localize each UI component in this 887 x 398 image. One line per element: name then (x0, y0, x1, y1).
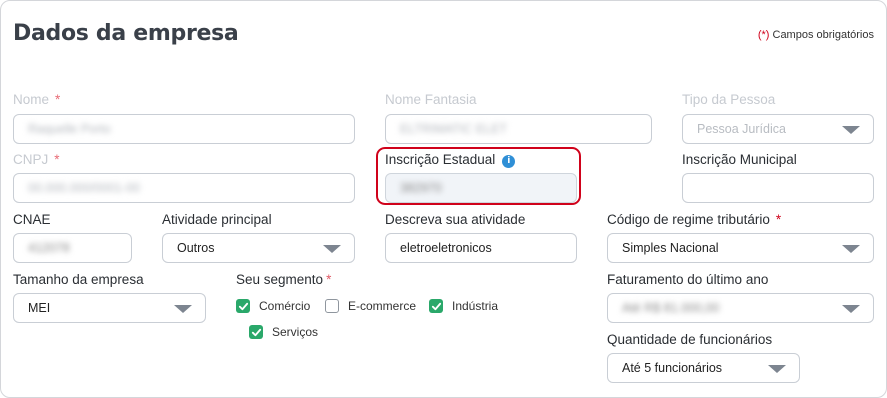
descreva-atividade-label: Descreva sua atividade (385, 212, 526, 227)
chevron-down-icon (842, 305, 860, 313)
cnpj-label-text: CNPJ (13, 152, 49, 167)
regime-tributario-select[interactable]: Simples Nacional (607, 233, 874, 263)
tipo-pessoa-select[interactable]: Pessoa Jurídica (682, 114, 874, 144)
regime-tributario-label-text: Código de regime tributário (607, 212, 770, 227)
nome-fantasia-label: Nome Fantasia (385, 92, 477, 107)
info-icon[interactable]: i (502, 155, 516, 168)
checkbox-checked[interactable] (236, 299, 250, 313)
tamanho-empresa-value: MEI (28, 301, 51, 315)
nome-label: Nome * (13, 92, 60, 107)
inscricao-estadual-input[interactable]: 382970 (385, 173, 577, 203)
nome-input[interactable]: Raquelle Porto (13, 114, 355, 144)
segmento-option-servicos[interactable]: Serviços (249, 325, 318, 339)
segmento-label: Seu segmento * (236, 272, 331, 287)
checkbox-unchecked[interactable] (325, 299, 339, 313)
cnae-input[interactable]: 412078 (13, 233, 132, 263)
funcionarios-value: Até 5 funcionários (622, 361, 723, 375)
cnpj-input[interactable]: 00.000.000/0001-00 (13, 173, 355, 203)
chevron-down-icon (842, 245, 860, 253)
checkbox-checked[interactable] (429, 299, 443, 313)
funcionarios-select[interactable]: Até 5 funcionários (607, 353, 800, 383)
inscricao-municipal-label: Inscrição Municipal (682, 152, 797, 167)
tipo-pessoa-label: Tipo da Pessoa (682, 92, 776, 107)
segmento-label-text: Seu segmento (236, 272, 324, 287)
required-star: * (54, 152, 60, 167)
required-text: Campos obrigatórios (772, 29, 875, 41)
chevron-down-icon (768, 365, 786, 373)
chevron-down-icon (174, 305, 192, 313)
faturamento-value: Até R$ 81.000,00 (622, 301, 720, 315)
segmento-option-comercio[interactable]: Comércio (236, 299, 310, 313)
nome-value: Raquelle Porto (28, 122, 111, 136)
required-star: * (55, 92, 61, 107)
atividade-principal-select[interactable]: Outros (162, 233, 355, 263)
atividade-principal-label: Atividade principal (162, 212, 272, 227)
regime-tributario-label: Código de regime tributário * (607, 212, 781, 227)
faturamento-select[interactable]: Até R$ 81.000,00 (607, 293, 874, 323)
checkbox-label: Comércio (259, 299, 311, 313)
company-data-card: Dados da empresa (*) Campos obrigatórios… (0, 0, 887, 398)
inscricao-municipal-input[interactable] (682, 173, 874, 203)
checkmark-icon (238, 302, 248, 310)
cnae-label: CNAE (13, 212, 51, 227)
checkbox-label: Serviços (272, 325, 319, 339)
funcionarios-label: Quantidade de funcionários (607, 332, 773, 347)
nome-label-text: Nome (13, 92, 50, 107)
tipo-pessoa-value: Pessoa Jurídica (697, 122, 786, 136)
inscricao-estadual-label: Inscrição Estadual i (385, 152, 516, 168)
cnpj-value: 00.000.000/0001-00 (28, 181, 140, 195)
inscricao-estadual-value: 382970 (400, 181, 442, 195)
cnpj-label: CNPJ * (13, 152, 60, 167)
checkbox-label: Indústria (452, 299, 499, 313)
chevron-down-icon (323, 245, 341, 253)
required-star: * (775, 212, 782, 227)
faturamento-label: Faturamento do último ano (607, 272, 769, 287)
checkbox-label: E-commerce (348, 299, 417, 313)
required-star: * (326, 272, 332, 287)
required-asterisk: (*) (757, 29, 770, 41)
tamanho-empresa-label: Tamanho da empresa (13, 272, 144, 287)
regime-tributario-value: Simples Nacional (622, 241, 719, 255)
chevron-down-icon (842, 126, 860, 134)
cnae-value: 412078 (28, 241, 70, 255)
segmento-option-industria[interactable]: Indústria (429, 299, 498, 313)
descreva-atividade-input[interactable]: eletroeletronicos (385, 233, 577, 263)
checkmark-icon (251, 328, 261, 336)
segmento-option-ecommerce[interactable]: E-commerce (325, 299, 416, 313)
checkbox-checked[interactable] (249, 325, 263, 339)
nome-fantasia-value: ELTRIMATIC ELET (400, 122, 508, 136)
inscricao-estadual-label-text: Inscrição Estadual (385, 152, 496, 167)
tamanho-empresa-select[interactable]: MEI (13, 293, 206, 323)
nome-fantasia-input[interactable]: ELTRIMATIC ELET (385, 114, 652, 144)
page-title: Dados da empresa (13, 21, 239, 46)
atividade-principal-value: Outros (177, 241, 215, 255)
checkmark-icon (431, 302, 441, 310)
required-fields-note: (*) Campos obrigatórios (758, 29, 874, 41)
